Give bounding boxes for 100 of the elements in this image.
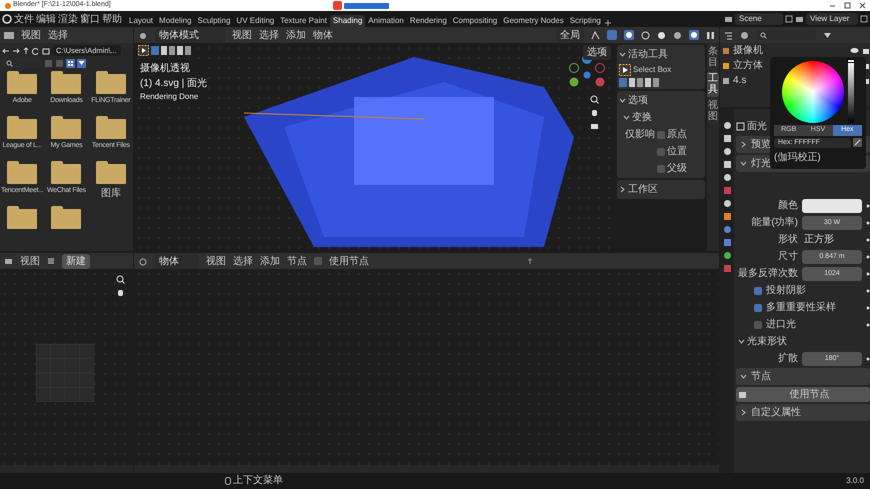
sidebar-tab[interactable]: 工具 — [707, 72, 719, 97]
snap-icon[interactable] — [591, 30, 600, 40]
square-icon[interactable] — [722, 238, 732, 247]
outliner-icon[interactable] — [724, 30, 733, 40]
folder-icon[interactable] — [7, 119, 38, 140]
menu-item[interactable]: 编辑 — [36, 12, 56, 26]
circle-icon[interactable] — [722, 251, 732, 260]
folder-icon[interactable] — [96, 119, 126, 140]
refresh-icon[interactable] — [32, 46, 40, 55]
menu-item[interactable]: 视图 — [206, 254, 226, 268]
workspace-tab[interactable]: Shading — [330, 15, 366, 27]
checkbox[interactable] — [657, 148, 665, 156]
object-type-dropdown[interactable]: 物体 — [155, 254, 199, 268]
keyframe-dot-icon[interactable] — [866, 322, 870, 326]
chevron-down-icon[interactable] — [740, 160, 747, 167]
menu-item[interactable]: 添加 — [260, 254, 280, 268]
menu-item[interactable]: 渲染 — [58, 12, 78, 26]
options-dropdown[interactable]: 选项 — [583, 45, 611, 60]
menu-item[interactable]: 选择 — [259, 28, 279, 42]
color-field[interactable] — [802, 198, 862, 212]
folder-icon[interactable] — [4, 31, 14, 39]
forward-arrow-icon[interactable] — [12, 46, 20, 55]
wireframe-shading-icon[interactable] — [641, 30, 650, 40]
checkbox[interactable] — [314, 257, 322, 265]
checkbox-label[interactable]: 原点 — [667, 127, 687, 142]
image-icon[interactable] — [795, 14, 804, 24]
hand-icon[interactable] — [116, 288, 125, 297]
chevron-down-icon[interactable] — [619, 97, 626, 104]
chevron-down-icon[interactable] — [623, 114, 630, 121]
add-icon[interactable] — [604, 19, 612, 27]
view-layer-field[interactable]: View Layer — [806, 13, 858, 25]
checkbox[interactable] — [657, 130, 665, 138]
square-icon[interactable] — [722, 134, 732, 143]
square-icon[interactable] — [722, 160, 732, 169]
menu-item[interactable]: 选择 — [48, 28, 68, 42]
menu-item[interactable]: 视图 — [20, 254, 40, 268]
section-title[interactable]: 光束形状 — [747, 334, 787, 349]
select-cursor-icon[interactable] — [138, 45, 149, 56]
filter-icon[interactable] — [77, 58, 86, 68]
folder-icon[interactable] — [7, 164, 38, 184]
menu-item[interactable]: 添加 — [286, 28, 306, 42]
search-field[interactable] — [756, 30, 816, 40]
checkbox[interactable] — [754, 304, 762, 312]
keyframe-dot-icon[interactable] — [866, 254, 870, 258]
keyframe-dot-icon[interactable] — [866, 238, 870, 242]
mode-dropdown[interactable]: 物体模式 — [155, 28, 225, 42]
chevron-right-icon[interactable] — [740, 409, 747, 416]
square-icon[interactable] — [722, 212, 732, 221]
keyframe-dot-icon[interactable] — [866, 272, 870, 276]
menu-item[interactable]: 物体 — [313, 28, 333, 42]
circle-icon[interactable] — [722, 147, 732, 156]
panel-title[interactable]: 活动工具 — [628, 47, 668, 62]
scene-field[interactable]: Scene — [735, 13, 783, 25]
zoom-icon[interactable] — [590, 95, 599, 104]
close-icon[interactable] — [859, 2, 866, 9]
folder-icon[interactable] — [7, 74, 38, 94]
use-nodes-button[interactable]: 使用节点 — [736, 387, 870, 402]
maximize-icon[interactable] — [844, 2, 851, 9]
slider-thumb[interactable] — [847, 59, 855, 63]
menu-item[interactable]: 视图 — [232, 28, 252, 42]
circle-icon[interactable] — [722, 173, 732, 182]
circle-icon[interactable] — [722, 199, 732, 208]
chevron-down-icon[interactable] — [740, 373, 747, 380]
eye-icon[interactable] — [850, 47, 859, 54]
folder-icon[interactable] — [51, 209, 82, 230]
grid-view-icon[interactable] — [66, 58, 75, 68]
panel-header[interactable]: 自定义属性 — [736, 404, 870, 421]
rendered-shading-icon[interactable] — [689, 30, 699, 40]
menu-item[interactable]: 窗口 — [80, 12, 100, 26]
folder-icon[interactable] — [51, 74, 82, 94]
back-arrow-icon[interactable] — [2, 46, 10, 55]
menu-item[interactable]: 选择 — [233, 254, 253, 268]
up-arrow-icon[interactable] — [22, 46, 30, 55]
checkbox-label[interactable]: 使用节点 — [329, 254, 369, 268]
select-mode-icon[interactable] — [151, 46, 191, 55]
solid-shading-icon[interactable] — [657, 30, 666, 40]
menu-item[interactable]: 帮助 — [102, 12, 122, 26]
checkbox[interactable] — [657, 164, 665, 172]
filter-icon[interactable] — [823, 30, 832, 40]
folder-icon[interactable] — [96, 164, 126, 184]
material-shading-icon[interactable] — [673, 30, 682, 40]
menu-item[interactable]: 节点 — [287, 254, 307, 268]
overlay-icon[interactable] — [624, 30, 634, 40]
image-icon[interactable] — [4, 256, 13, 266]
hand-icon[interactable] — [590, 108, 599, 117]
menu-item[interactable]: 视图 — [21, 28, 41, 42]
pause-icon[interactable] — [706, 30, 715, 40]
checkbox-label[interactable]: 父级 — [667, 161, 687, 176]
keyframe-dot-icon[interactable] — [866, 306, 870, 310]
zoom-icon[interactable] — [116, 275, 125, 284]
chevron-down-icon[interactable] — [619, 51, 626, 58]
folder-icon[interactable] — [96, 74, 126, 94]
new-button[interactable]: 新建 — [62, 254, 90, 268]
menu-item[interactable]: 文件 — [14, 12, 34, 26]
eyedropper-icon[interactable] — [853, 138, 862, 148]
circle-icon[interactable] — [722, 121, 732, 130]
select-cursor-icon[interactable] — [619, 64, 631, 76]
checkbox[interactable] — [754, 320, 762, 328]
chevron-down-icon[interactable] — [738, 338, 745, 345]
keyframe-dot-icon[interactable] — [866, 356, 870, 360]
